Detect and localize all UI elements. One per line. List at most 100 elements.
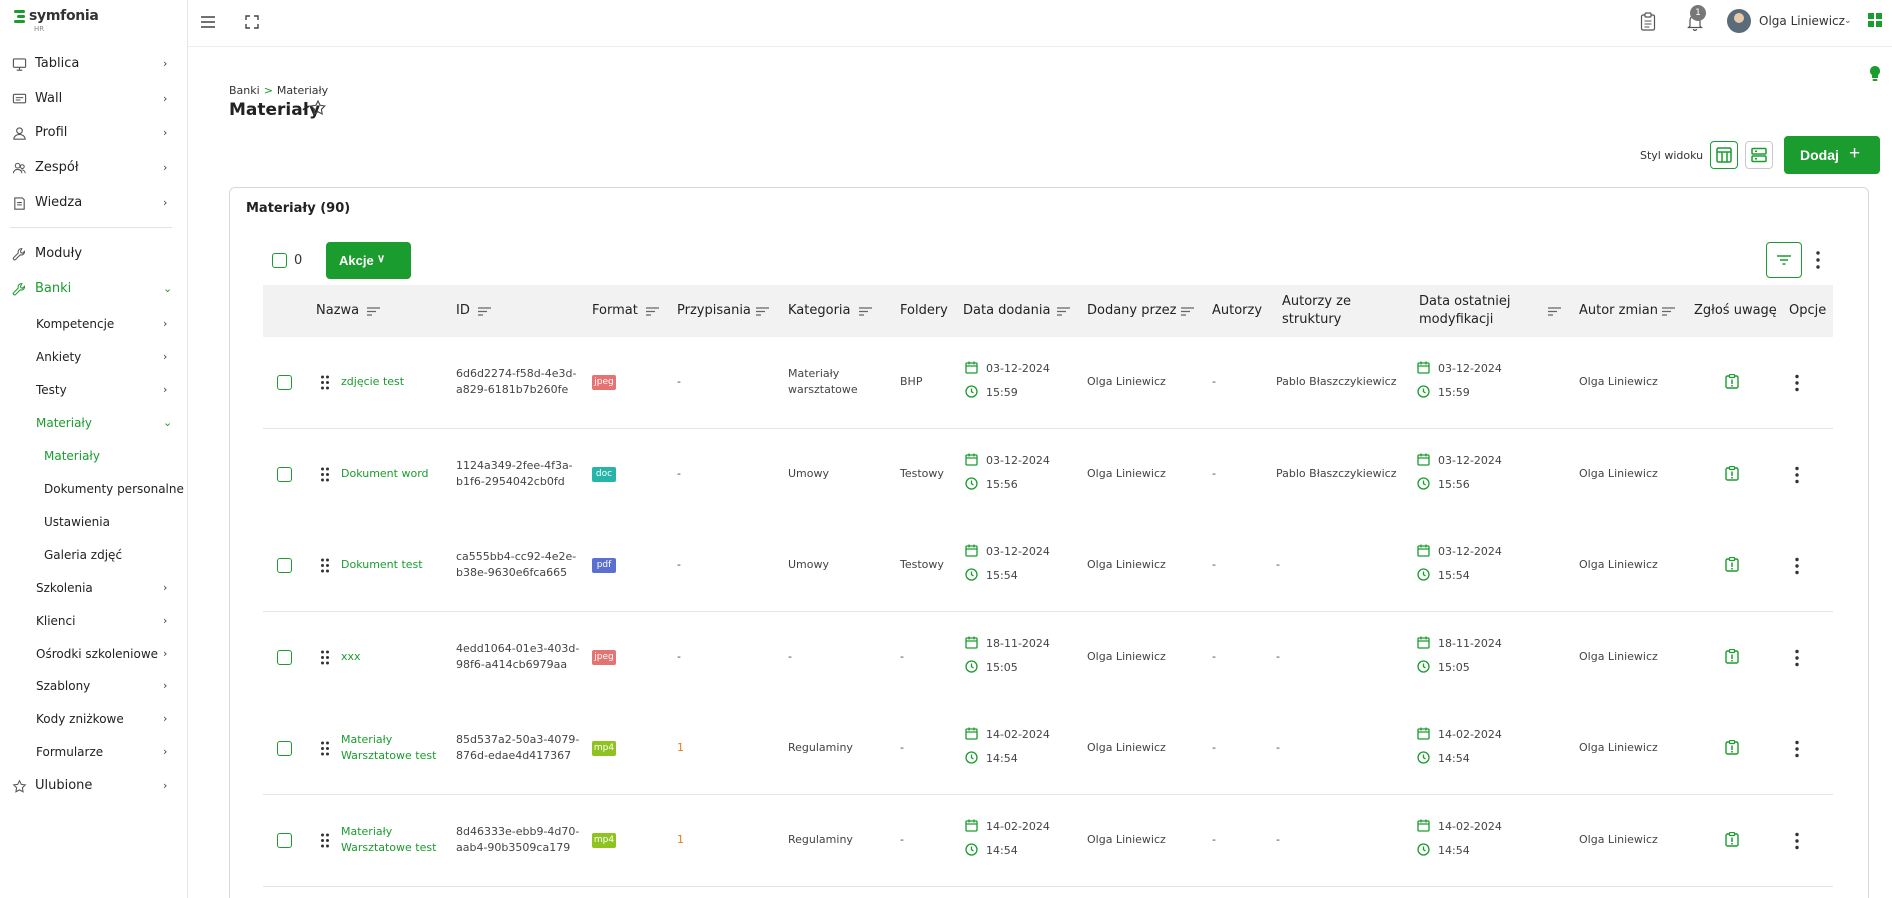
report-issue-icon[interactable] [1725, 374, 1739, 389]
sort-icon[interactable] [646, 307, 659, 316]
chevron-down-icon[interactable]: ⌄ [1844, 16, 1852, 26]
report-issue-icon[interactable] [1725, 465, 1739, 481]
sort-icon[interactable] [1181, 307, 1194, 316]
sidebar-item-label: Materiały [36, 416, 92, 430]
row-name[interactable]: Materiały [341, 732, 392, 748]
row-name[interactable]: Dokument test [341, 557, 423, 573]
table-row[interactable]: Materiały Warsztatowe test 8d46333e-ebb9… [263, 794, 1833, 887]
drag-handle-icon[interactable] [320, 650, 330, 665]
breadcrumb-root[interactable]: Banki [229, 84, 260, 97]
row-id-line2: 876d-edae4d417367 [456, 749, 572, 762]
add-button[interactable]: Dodaj + [1784, 136, 1880, 174]
sidebar-item-klienci[interactable]: Klienci › [0, 610, 188, 632]
drag-handle-icon[interactable] [320, 467, 330, 482]
avatar[interactable] [1727, 9, 1751, 33]
drag-handle-icon[interactable] [320, 741, 330, 756]
sort-icon[interactable] [1057, 307, 1070, 316]
row-checkbox[interactable] [277, 832, 292, 848]
row-options-icon[interactable] [1794, 649, 1800, 667]
actions-button[interactable]: Akcje ∨ [326, 242, 411, 279]
favorite-star-icon[interactable] [309, 99, 327, 117]
sidebar-item-ulubione[interactable]: Ulubione › [0, 774, 188, 798]
row-checkbox[interactable] [277, 558, 292, 573]
filter-button[interactable] [1766, 242, 1802, 278]
lightbulb-icon[interactable] [1868, 65, 1882, 83]
star-icon [12, 779, 27, 793]
row-checkbox[interactable] [277, 741, 292, 756]
menu-icon[interactable] [200, 15, 216, 29]
sort-icon[interactable] [367, 307, 380, 316]
sidebar-item-banki[interactable]: Banki ⌄ [0, 277, 188, 301]
table-row[interactable]: xxx 4edd1064-01e3-403d- 98f6-a414cb6979a… [263, 611, 1833, 704]
more-options-icon[interactable] [1815, 250, 1821, 270]
table-row[interactable]: zdjęcie test 6d6d2274-f58d-4e3d- a829-61… [263, 337, 1833, 429]
report-issue-icon[interactable] [1725, 831, 1739, 847]
row-added-by: Olga Liniewicz [1087, 832, 1166, 846]
row-options-icon[interactable] [1794, 557, 1800, 575]
report-issue-icon[interactable] [1725, 557, 1739, 572]
row-checkbox[interactable] [277, 466, 292, 482]
row-category: Regulaminy [788, 741, 853, 754]
sidebar-item-wiedza[interactable]: Wiedza › [0, 191, 188, 215]
sidebar-item-kody-znizkowe[interactable]: Kody zniżkowe › [0, 708, 188, 730]
report-issue-icon[interactable] [1725, 740, 1739, 755]
sidebar-item-formularze[interactable]: Formularze › [0, 741, 188, 763]
sort-icon[interactable] [478, 307, 491, 316]
table-row[interactable]: Dokument test ca555bb4-cc92-4e2e- b38e-9… [263, 520, 1833, 612]
drag-handle-icon[interactable] [320, 833, 330, 848]
sidebar-item-tablica[interactable]: Tablica › [0, 52, 188, 76]
user-name[interactable]: Olga Liniewicz [1759, 14, 1845, 28]
view-table-button[interactable] [1710, 141, 1738, 169]
sidebar-item-materialy-list[interactable]: Materiały [0, 445, 188, 467]
table-row[interactable]: Materiały Warsztatowe test 85d537a2-50a3… [263, 703, 1833, 795]
sidebar-item-kompetencje[interactable]: Kompetencje › [0, 313, 188, 335]
row-name-line2[interactable]: Warsztatowe test [341, 748, 436, 764]
table-row[interactable]: Dokument word 1124a349-2fee-4f3a- b1f6-2… [263, 428, 1833, 521]
clipboard-icon[interactable] [1640, 12, 1656, 31]
clock-icon [965, 659, 978, 673]
drag-handle-icon[interactable] [320, 375, 330, 390]
sort-icon[interactable] [756, 307, 769, 316]
row-options-icon[interactable] [1794, 832, 1800, 850]
sidebar-item-zespol[interactable]: Zespół › [0, 156, 188, 180]
sort-icon[interactable] [859, 307, 872, 316]
sidebar-item-wall[interactable]: Wall › [0, 87, 188, 111]
panel-title: Materiały (90) [246, 201, 351, 216]
sidebar-item-szkolenia[interactable]: Szkolenia › [0, 577, 188, 599]
select-all-checkbox[interactable] [272, 253, 287, 268]
row-name[interactable]: zdjęcie test [341, 374, 404, 390]
row-name[interactable]: Dokument word [341, 466, 429, 482]
row-date-added: 03-12-2024 [986, 453, 1050, 467]
sidebar-item-galeria-zdjec[interactable]: Galeria zdjęć [0, 544, 188, 566]
row-options-icon[interactable] [1794, 374, 1800, 392]
row-options-icon[interactable] [1794, 466, 1800, 484]
sidebar-item-label: Wall [35, 91, 63, 106]
sidebar-item-dokumenty-personalne[interactable]: Dokumenty personalne [0, 478, 188, 500]
sidebar-item-moduly[interactable]: Moduły [0, 242, 188, 266]
view-list-button[interactable] [1745, 141, 1773, 169]
sidebar-item-szablony[interactable]: Szablony › [0, 675, 188, 697]
col-options: Opcje [1789, 303, 1827, 318]
row-checkbox[interactable] [277, 375, 292, 390]
row-change-author: Olga Liniewicz [1579, 649, 1658, 663]
row-checkbox[interactable] [277, 649, 292, 665]
sort-icon[interactable] [1662, 307, 1675, 316]
row-name[interactable]: xxx [341, 649, 361, 665]
sort-icon[interactable] [1548, 307, 1561, 316]
sidebar-item-osrodki[interactable]: Ośrodki szkoleniowe › [0, 643, 188, 665]
fullscreen-icon[interactable] [245, 15, 259, 29]
sidebar-item-ankiety[interactable]: Ankiety › [0, 346, 188, 368]
sidebar-item-ustawienia[interactable]: Ustawienia [0, 511, 188, 533]
logo[interactable]: symfonia HR [14, 8, 108, 34]
row-folder: - [900, 832, 904, 846]
row-id-line2: b38e-9630e6fca665 [456, 566, 568, 579]
sidebar-item-profil[interactable]: Profil › [0, 121, 188, 145]
drag-handle-icon[interactable] [320, 558, 330, 573]
report-issue-icon[interactable] [1725, 648, 1739, 664]
apps-grid-icon[interactable] [1867, 12, 1883, 28]
sidebar-item-materialy[interactable]: Materiały ⌄ [0, 412, 188, 434]
row-name[interactable]: Materiały [341, 824, 392, 840]
row-name-line2[interactable]: Warsztatowe test [341, 840, 436, 856]
sidebar-item-testy[interactable]: Testy › [0, 379, 188, 401]
row-options-icon[interactable] [1794, 740, 1800, 758]
